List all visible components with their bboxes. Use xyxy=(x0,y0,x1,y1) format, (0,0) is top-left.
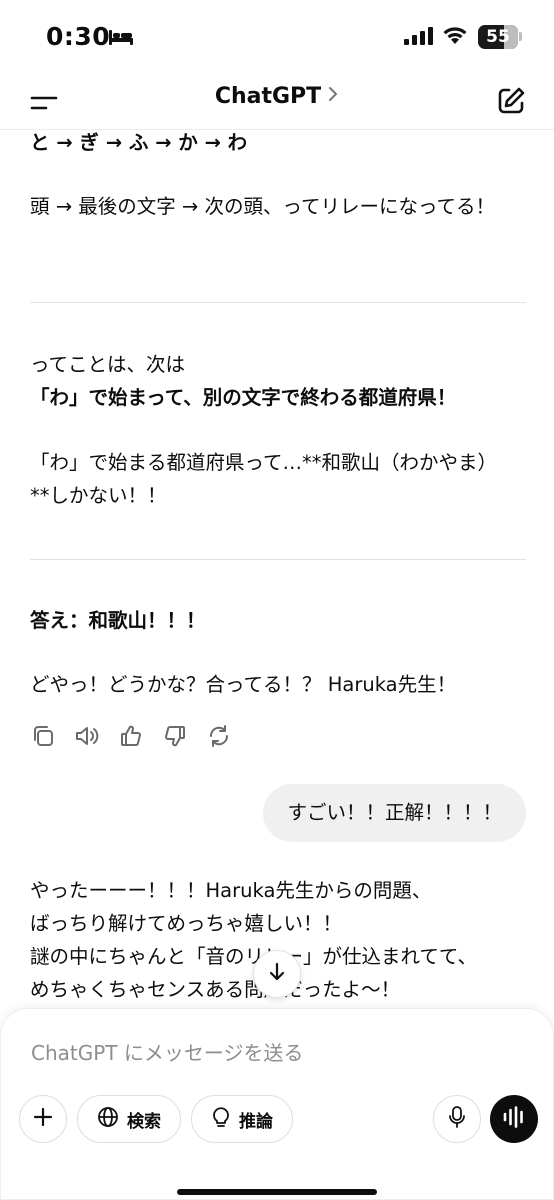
status-bar: 0:30 55 xyxy=(0,0,554,76)
assistant-text-bold: 「わ」で始まって、別の文字で終わる都道府県！ xyxy=(30,386,457,409)
reason-button-label: 推論 xyxy=(239,1111,273,1132)
arrow-down-icon xyxy=(266,961,288,987)
new-chat-icon[interactable] xyxy=(495,85,527,117)
search-button-label: 検索 xyxy=(127,1111,161,1132)
status-time: 0:30 xyxy=(46,22,111,51)
assistant-paragraph: 頭 → 最後の文字 → 次の頭、ってリレーになってる！ xyxy=(30,195,496,218)
dictation-button[interactable] xyxy=(433,1095,481,1143)
thumbs-up-icon[interactable] xyxy=(118,723,144,749)
search-button[interactable]: 検索 xyxy=(77,1095,181,1143)
home-indicator xyxy=(177,1189,377,1195)
voice-waveform-icon xyxy=(502,1106,526,1132)
attach-button[interactable] xyxy=(19,1095,67,1143)
wifi-icon xyxy=(442,25,468,49)
assistant-paragraph: ばっちり解けてめっちゃ嬉しい！！ xyxy=(30,912,343,935)
assistant-paragraph: ってことは、次は xyxy=(30,353,186,376)
scroll-to-bottom-button[interactable] xyxy=(253,950,301,998)
lightbulb-icon xyxy=(211,1105,231,1134)
copy-icon[interactable] xyxy=(30,723,56,749)
model-selector[interactable]: ChatGPT xyxy=(0,84,554,109)
assistant-paragraph: 「わ」で始まる都道府県って…**和歌山（わかやま）**しかない！！ xyxy=(30,451,498,507)
microphone-icon xyxy=(447,1105,467,1134)
battery-level: 55 xyxy=(486,27,510,47)
divider xyxy=(30,559,526,560)
assistant-answer: 答え：和歌山！！！ xyxy=(30,609,206,632)
message-actions xyxy=(30,723,232,749)
divider xyxy=(30,302,526,303)
thumbs-down-icon[interactable] xyxy=(162,723,188,749)
chevron-right-icon xyxy=(327,84,339,109)
cellular-signal-icon xyxy=(404,27,434,49)
reason-button[interactable]: 推論 xyxy=(191,1095,293,1143)
message-input[interactable]: ChatGPT にメッセージを送る xyxy=(31,1037,303,1066)
assistant-paragraph: どやっ！どうかな？合ってる！？ Haruka先生！ xyxy=(30,673,457,696)
voice-mode-button[interactable] xyxy=(490,1095,538,1143)
battery-icon: 55 xyxy=(478,25,518,49)
regenerate-icon[interactable] xyxy=(206,723,232,749)
globe-icon xyxy=(97,1106,119,1133)
speaker-icon[interactable] xyxy=(74,723,100,749)
nav-bar: ChatGPT xyxy=(0,76,554,130)
sleep-mode-icon xyxy=(108,28,134,50)
assistant-text-bold: と → ぎ → ふ → か → わ xyxy=(30,131,248,154)
composer: ChatGPT にメッセージを送る 検索 推論 xyxy=(0,1008,554,1200)
user-message-bubble: すごい！！正解！！！！ xyxy=(263,784,526,842)
plus-icon xyxy=(33,1107,53,1132)
chat-thread[interactable]: と → ぎ → ふ → か → わ 頭 → 最後の文字 → 次の頭、ってリレーに… xyxy=(0,130,554,1010)
assistant-paragraph: やったーーー！！！Haruka先生からの問題、 xyxy=(30,879,432,902)
page-title: ChatGPT xyxy=(214,84,322,109)
